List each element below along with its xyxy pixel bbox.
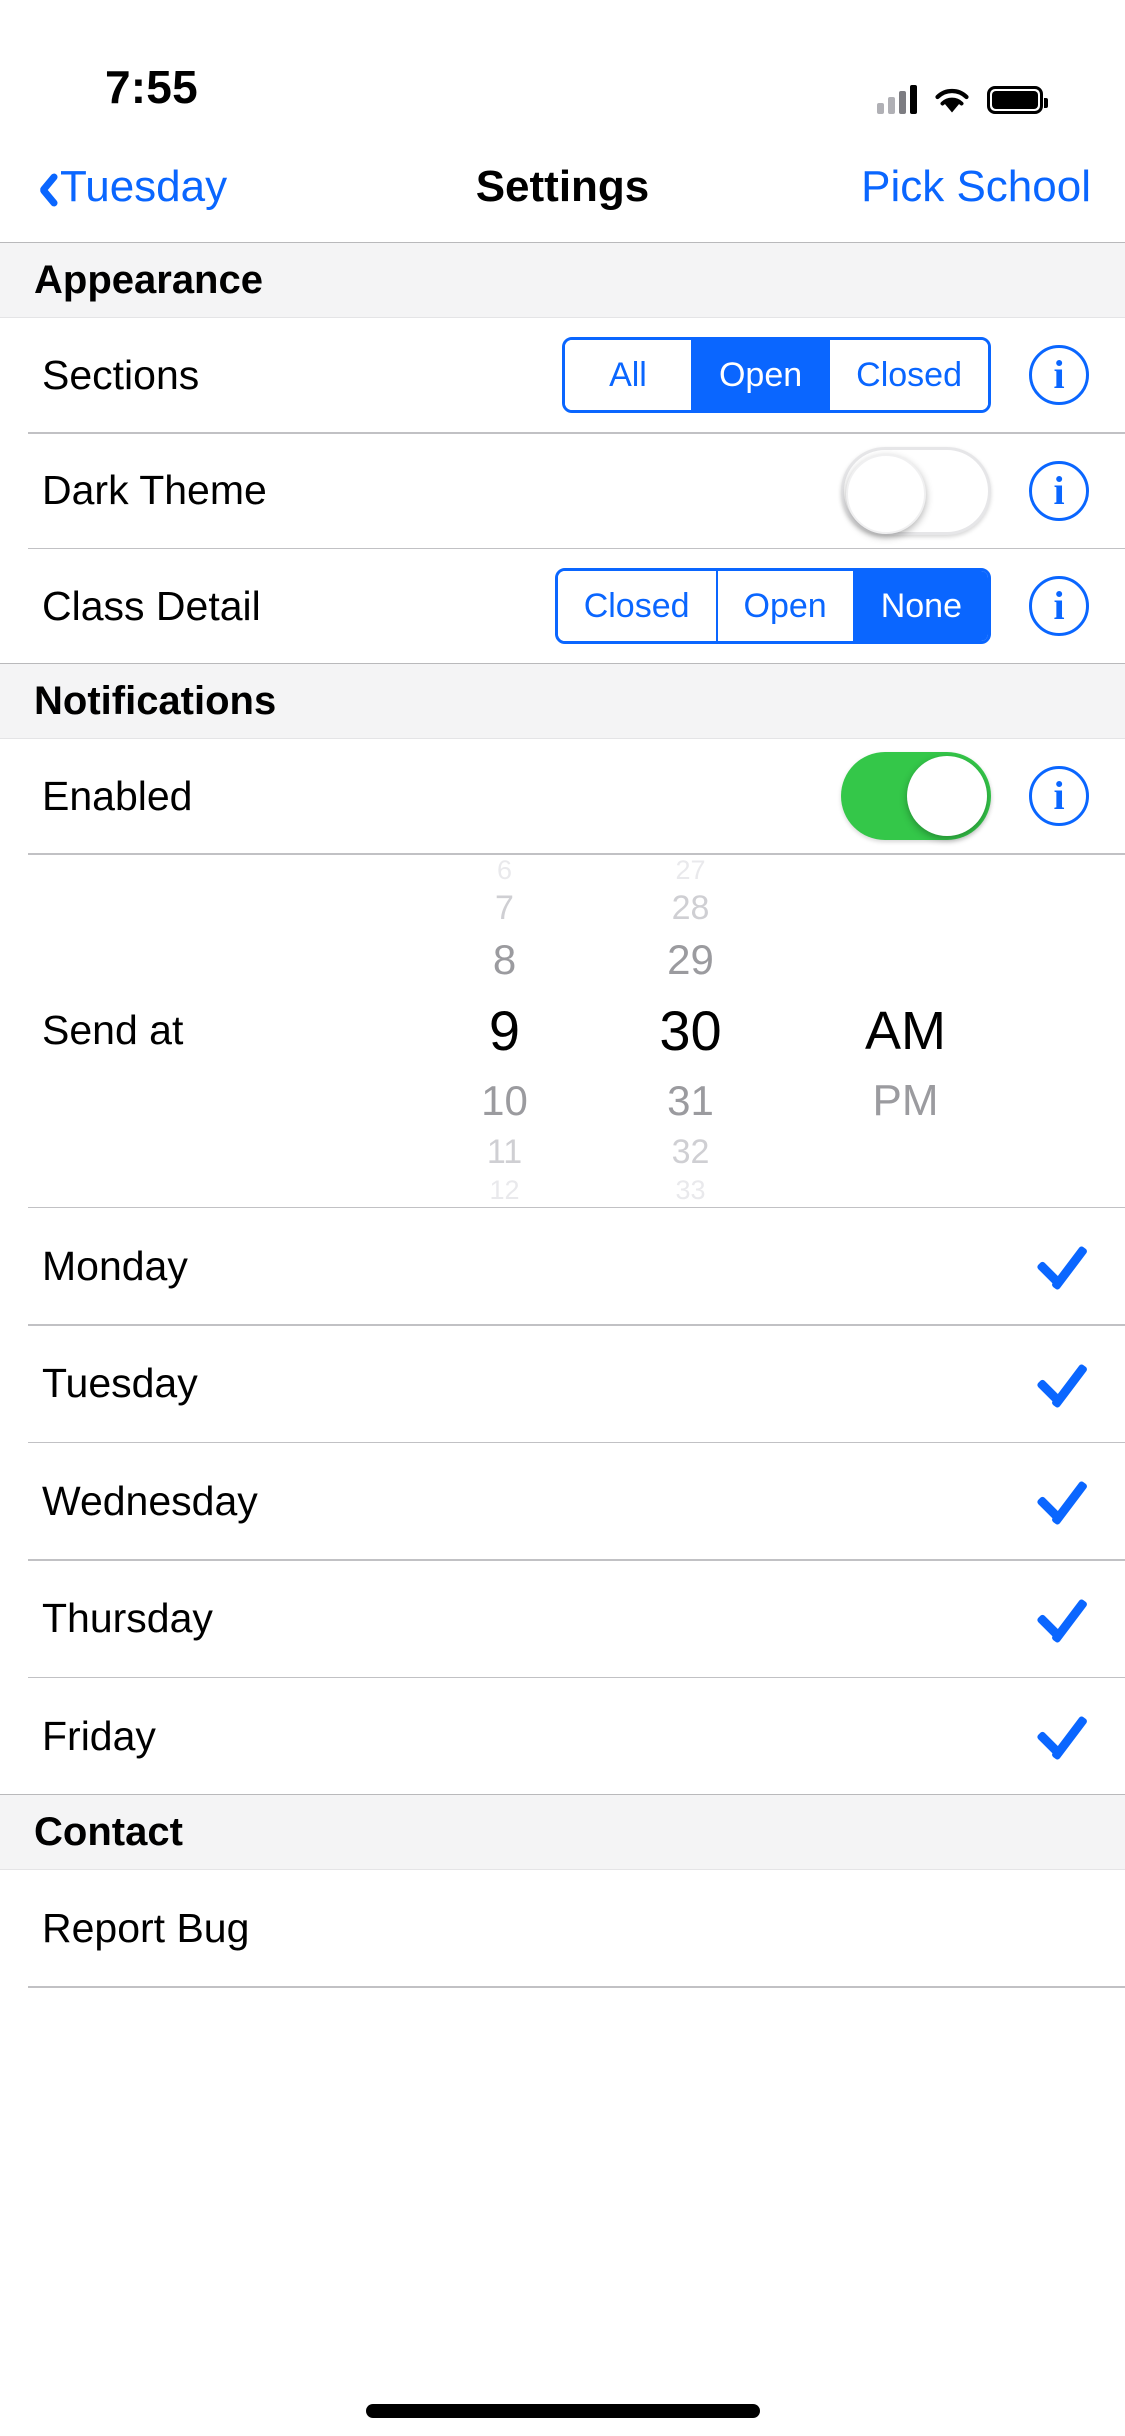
- segment-sections-closed[interactable]: Closed: [830, 340, 988, 410]
- minute-wheel[interactable]: 27 28 29 30 31 32 33: [606, 855, 776, 1207]
- status-bar-icons: [877, 84, 1048, 114]
- notifications-enabled-toggle[interactable]: [841, 752, 991, 840]
- status-bar: 7:55: [0, 0, 1125, 132]
- pick-school-button[interactable]: Pick School: [861, 162, 1095, 212]
- row-send-at: Send at 6 7 8 9 10 11 12 27 28 29 30 31 …: [0, 855, 1125, 1207]
- row-sections-label: Sections: [42, 351, 200, 398]
- dark-theme-toggle[interactable]: [841, 446, 991, 535]
- segment-class-detail-open[interactable]: Open: [717, 571, 855, 641]
- section-header-contact: Contact: [0, 1794, 1125, 1870]
- minute-option[interactable]: 31: [606, 1072, 776, 1130]
- day-label: Wednesday: [42, 1477, 258, 1524]
- section-header-notifications-label: Notifications: [34, 678, 277, 723]
- hour-option[interactable]: 10: [430, 1072, 580, 1130]
- hour-option[interactable]: 6: [430, 855, 580, 887]
- info-glyph: i: [1053, 467, 1065, 513]
- row-report-bug[interactable]: Report Bug: [0, 1870, 1125, 1986]
- segment-sections-open[interactable]: Open: [692, 340, 831, 410]
- info-circle-icon-dark-theme[interactable]: i: [1029, 460, 1089, 521]
- segment-sections-all[interactable]: All: [564, 340, 693, 410]
- hour-option[interactable]: 7: [430, 886, 580, 931]
- row-day-tuesday[interactable]: Tuesday: [0, 1325, 1125, 1442]
- checkmark-icon: [1033, 1473, 1089, 1529]
- app-screen: 7:55 Tuesday Settings Pick School Appear…: [0, 0, 1125, 2436]
- home-indicator: [365, 2404, 760, 2418]
- info-glyph: i: [1053, 773, 1065, 818]
- hour-option[interactable]: 11: [430, 1130, 580, 1175]
- minute-option[interactable]: 33: [606, 1175, 776, 1207]
- hour-wheel[interactable]: 6 7 8 9 10 11 12: [430, 855, 580, 1207]
- row-dark-theme-label: Dark Theme: [42, 467, 267, 513]
- row-day-friday[interactable]: Friday: [0, 1678, 1125, 1794]
- minute-option[interactable]: 29: [606, 931, 776, 989]
- hour-selected[interactable]: 9: [430, 989, 580, 1071]
- minute-selected[interactable]: 30: [606, 989, 776, 1071]
- info-glyph: i: [1053, 352, 1065, 397]
- row-dark-theme[interactable]: Dark Theme i: [0, 433, 1125, 548]
- minute-option[interactable]: 28: [606, 886, 776, 931]
- segment-class-detail-closed[interactable]: Closed: [557, 571, 718, 641]
- section-header-appearance-label: Appearance: [34, 257, 263, 302]
- info-glyph: i: [1053, 583, 1065, 628]
- back-button-label: Tuesday: [60, 162, 228, 211]
- wifi-icon: [933, 86, 971, 114]
- row-class-detail[interactable]: Class Detail Closed Open None i: [0, 549, 1125, 663]
- day-label: Tuesday: [42, 1360, 198, 1406]
- sections-segmented-control[interactable]: All Open Closed: [561, 337, 991, 413]
- chevron-left-icon: [30, 169, 52, 205]
- send-at-time-picker[interactable]: 6 7 8 9 10 11 12 27 28 29 30 31 32 33 AM…: [342, 855, 1083, 1207]
- row-class-detail-label: Class Detail: [42, 582, 261, 629]
- cellular-signal-icon: [877, 84, 917, 114]
- minute-option[interactable]: 32: [606, 1130, 776, 1175]
- row-day-monday[interactable]: Monday: [0, 1208, 1125, 1324]
- checkmark-icon: [1033, 1591, 1089, 1647]
- day-label: Monday: [42, 1242, 188, 1289]
- back-button[interactable]: Tuesday: [30, 162, 227, 212]
- report-bug-label: Report Bug: [42, 1904, 250, 1951]
- send-at-label: Send at: [42, 1007, 184, 1053]
- section-header-contact-label: Contact: [34, 1809, 183, 1854]
- day-label: Friday: [42, 1712, 156, 1759]
- row-notifications-enabled[interactable]: Enabled i: [0, 739, 1125, 853]
- checkmark-icon: [1033, 1238, 1089, 1294]
- status-bar-time: 7:55: [105, 61, 198, 113]
- meridiem-option[interactable]: PM: [816, 1072, 996, 1130]
- checkmark-icon: [1033, 1356, 1089, 1412]
- minute-option[interactable]: 27: [606, 855, 776, 887]
- section-header-appearance: Appearance: [0, 242, 1125, 318]
- checkmark-icon: [1033, 1708, 1089, 1764]
- info-circle-icon-class-detail[interactable]: i: [1029, 576, 1089, 636]
- row-day-wednesday[interactable]: Wednesday: [0, 1443, 1125, 1559]
- meridiem-selected[interactable]: AM: [816, 989, 996, 1071]
- row-day-thursday[interactable]: Thursday: [0, 1560, 1125, 1677]
- row-sections[interactable]: Sections All Open Closed i: [0, 318, 1125, 432]
- hour-option[interactable]: 8: [430, 931, 580, 989]
- class-detail-segmented-control[interactable]: Closed Open None: [554, 568, 991, 644]
- battery-full-icon: [987, 86, 1048, 114]
- segment-class-detail-none[interactable]: None: [854, 571, 988, 641]
- day-label: Thursday: [42, 1595, 213, 1641]
- info-circle-icon-sections[interactable]: i: [1029, 345, 1089, 405]
- info-circle-icon-enabled[interactable]: i: [1029, 766, 1089, 826]
- row-separator: [28, 1986, 1125, 1988]
- row-enabled-label: Enabled: [42, 772, 193, 819]
- section-header-notifications: Notifications: [0, 663, 1125, 739]
- navigation-bar: Tuesday Settings Pick School: [0, 132, 1125, 242]
- meridiem-wheel[interactable]: AM PM: [816, 855, 996, 1207]
- hour-option[interactable]: 12: [430, 1175, 580, 1207]
